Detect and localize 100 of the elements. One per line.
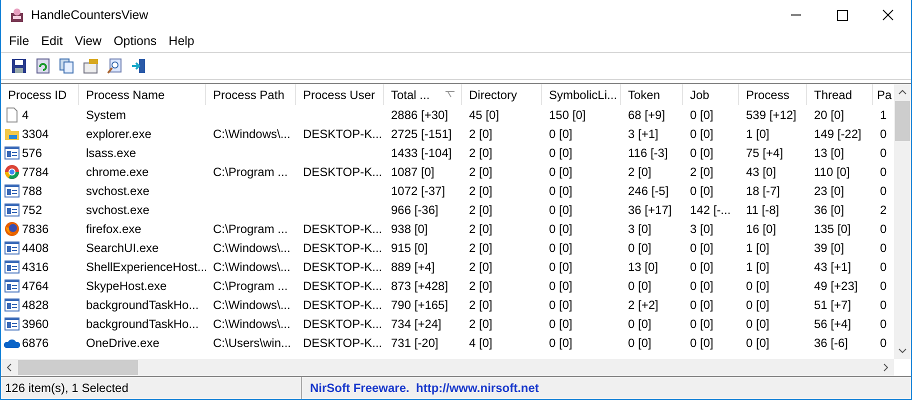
table-cell: 0 [0] <box>746 316 770 330</box>
table-cell: 576 <box>22 146 42 160</box>
table-cell: 2 <box>880 202 887 216</box>
table-cell: 0 [0] <box>549 126 572 140</box>
table-cell: 2 [0] <box>469 222 492 236</box>
scroll-thumb[interactable] <box>18 360 138 375</box>
table-cell: 2 [0] <box>469 278 492 292</box>
table-cell: 2 [0] <box>690 164 714 178</box>
table-cell: 13 [0] <box>814 146 844 160</box>
table-cell: DESKTOP-K... <box>303 278 382 292</box>
table-cell: 39 [0] <box>814 240 844 254</box>
column-header[interactable]: Process Path <box>206 84 296 105</box>
table-cell: 2 [0] <box>469 298 492 312</box>
table-cell: 110 [0] <box>814 164 850 178</box>
table-cell: 0 [0] <box>549 202 572 216</box>
column-header[interactable]: Thread <box>807 84 873 105</box>
table-cell: 1087 [0] <box>391 164 434 178</box>
column-header[interactable]: Total ... <box>384 84 462 105</box>
table-cell: 2 [0] <box>469 146 492 160</box>
table-cell: 45 [0] <box>469 108 500 122</box>
table-cell: 1 <box>880 108 887 122</box>
table-cell: 889 [+4] <box>391 260 435 274</box>
table-cell: 0 [0] <box>746 298 770 312</box>
column-header[interactable]: Process <box>739 84 807 105</box>
table-cell: 1433 [-104] <box>391 146 452 160</box>
table-cell: 0 [0] <box>690 260 714 274</box>
table-cell: DESKTOP-K... <box>303 336 382 350</box>
app-icon <box>9 7 25 23</box>
table-cell: 0 [0] <box>549 184 572 198</box>
table-cell: 4 [0] <box>469 336 492 350</box>
table-cell: 20 [0] <box>814 108 844 122</box>
table-cell: 43 [0] <box>746 164 776 178</box>
table-cell: 7784 <box>22 164 49 178</box>
column-header[interactable]: Process Name <box>79 84 206 105</box>
table-cell: 0 <box>880 298 887 312</box>
table-cell: 788 <box>22 184 42 198</box>
table-cell: 0 [0] <box>549 260 572 274</box>
vertical-scrollbar[interactable] <box>894 84 911 359</box>
scroll-thumb[interactable] <box>895 101 910 141</box>
window-icon <box>4 296 20 312</box>
table-cell: ShellExperienceHost... <box>86 260 206 274</box>
table-cell: 0 [0] <box>690 108 714 122</box>
table-cell: 0 [0] <box>549 298 572 312</box>
horizontal-scrollbar[interactable] <box>1 359 894 376</box>
column-header[interactable]: Process ID <box>1 84 79 105</box>
column-header[interactable]: Directory <box>462 84 542 105</box>
table-cell: 0 [0] <box>549 146 572 160</box>
table-cell: C:\Program ... <box>213 164 288 178</box>
menu-item[interactable]: Options <box>108 34 163 48</box>
column-header[interactable]: Job <box>683 84 739 105</box>
table-cell: 135 [0] <box>814 222 851 236</box>
table-cell: 1 [0] <box>746 126 770 140</box>
file-icon <box>4 106 20 122</box>
website-link[interactable]: NirSoft Freeware. http://www.nirsoft.net <box>310 381 539 395</box>
table-cell: 3 [+1] <box>628 126 658 140</box>
table-cell: 1 [0] <box>746 240 770 254</box>
table-cell: 0 [0] <box>628 240 652 254</box>
table-cell: 6876 <box>22 336 49 350</box>
table-cell: 4 <box>22 108 29 122</box>
table-cell: 0 <box>880 164 887 178</box>
table-cell: backgroundTaskHo... <box>86 298 199 312</box>
status-text: 126 item(s), 1 Selected <box>5 381 128 395</box>
table-cell: 116 [-3] <box>628 146 668 160</box>
table-cell: OneDrive.exe <box>86 336 160 350</box>
table-cell: 0 [0] <box>690 126 714 140</box>
column-header[interactable]: Process User <box>296 84 384 105</box>
table-cell: 149 [-22] <box>814 126 862 140</box>
column-header[interactable]: Token <box>621 84 683 105</box>
table-cell: svchost.exe <box>86 184 150 198</box>
table-cell: 23 [0] <box>814 184 844 198</box>
table-cell: 0 <box>880 278 887 292</box>
menu-item[interactable]: Edit <box>35 34 69 48</box>
table-cell: 75 [+4] <box>746 146 784 160</box>
table-cell: C:\Windows\... <box>213 260 290 274</box>
menu-item[interactable]: Help <box>162 34 200 48</box>
table-cell: C:\Windows\... <box>213 126 290 140</box>
table-cell: 3 [0] <box>690 222 714 236</box>
table-cell: 734 [+24] <box>391 316 442 330</box>
table-cell: SkypeHost.exe <box>86 278 167 292</box>
table-cell: 0 <box>880 222 887 236</box>
table-cell: 4316 <box>22 260 49 274</box>
table-cell: 246 [-5] <box>628 184 669 198</box>
column-header[interactable]: Pa <box>873 84 894 105</box>
table-cell: 36 [+17] <box>628 202 672 216</box>
menu-item[interactable]: View <box>68 34 108 48</box>
table-cell: 0 [0] <box>690 240 714 254</box>
table-cell: System <box>86 108 126 122</box>
table-cell: 49 [+23] <box>814 278 858 292</box>
table-cell: 2 [0] <box>628 164 652 178</box>
table-cell: 3960 <box>22 316 49 330</box>
table-cell: 0 [0] <box>628 336 652 350</box>
table-cell: C:\Windows\... <box>213 316 290 330</box>
table-cell: 0 [0] <box>690 278 714 292</box>
menu-item[interactable]: File <box>3 34 36 48</box>
table-cell: 56 [+4] <box>814 316 852 330</box>
table-cell: 0 <box>880 184 887 198</box>
table-cell: 0 [0] <box>549 278 572 292</box>
table-cell: DESKTOP-K... <box>303 222 382 236</box>
table-cell: 4764 <box>22 278 49 292</box>
column-header[interactable]: SymbolicLi... <box>542 84 621 105</box>
